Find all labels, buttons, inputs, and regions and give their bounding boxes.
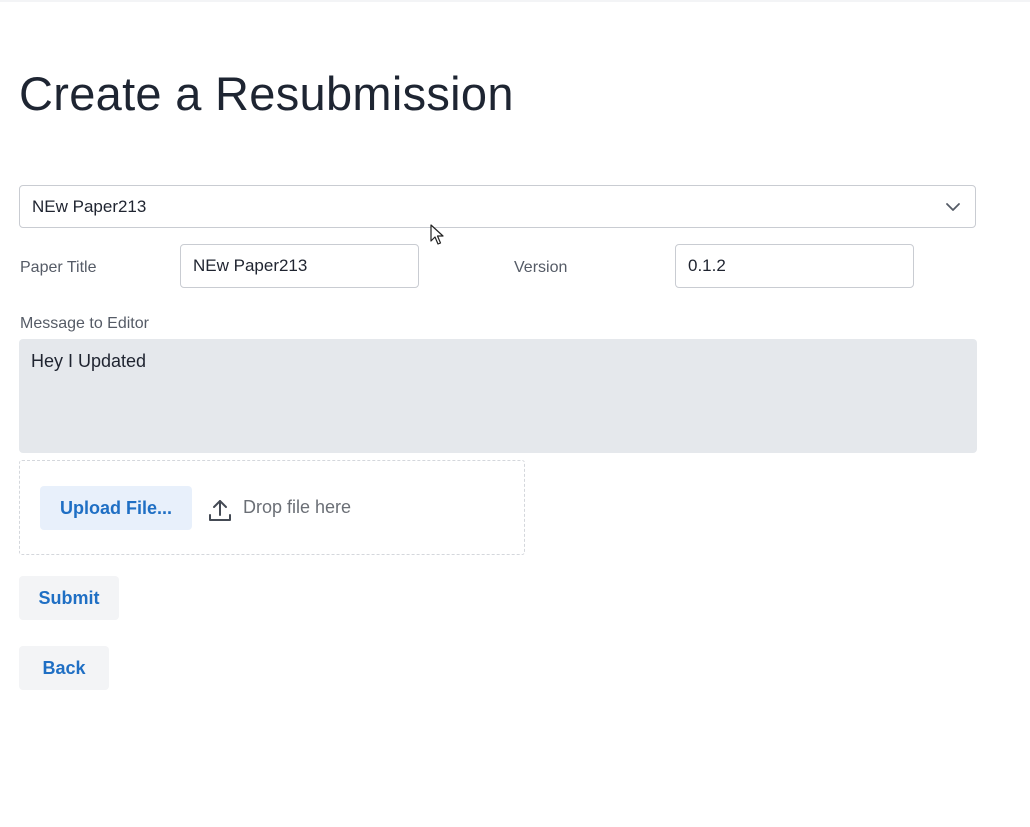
message-textarea[interactable]: Hey I Updated (19, 339, 977, 453)
file-dropzone[interactable]: Upload File... Drop file here (19, 460, 525, 555)
top-divider (0, 0, 1030, 2)
upload-icon (209, 500, 231, 521)
message-label: Message to Editor (20, 315, 149, 332)
page: Create a Resubmission NEw Paper213 Paper… (0, 0, 1030, 827)
paper-select-value: NEw Paper213 (32, 196, 147, 216)
mouse-cursor-icon (430, 224, 444, 245)
submit-button[interactable]: Submit (19, 576, 119, 620)
back-button[interactable]: Back (19, 646, 109, 690)
paper-title-label: Paper Title (20, 259, 97, 276)
upload-file-button[interactable]: Upload File... (40, 486, 192, 530)
version-label: Version (514, 259, 568, 276)
version-input[interactable]: 0.1.2 (675, 244, 914, 288)
drop-file-text: Drop file here (243, 497, 352, 517)
page-title: Create a Resubmission (19, 67, 514, 120)
chevron-down-icon (946, 203, 960, 211)
paper-select[interactable]: NEw Paper213 (19, 185, 976, 228)
paper-title-input[interactable]: NEw Paper213 (180, 244, 419, 288)
